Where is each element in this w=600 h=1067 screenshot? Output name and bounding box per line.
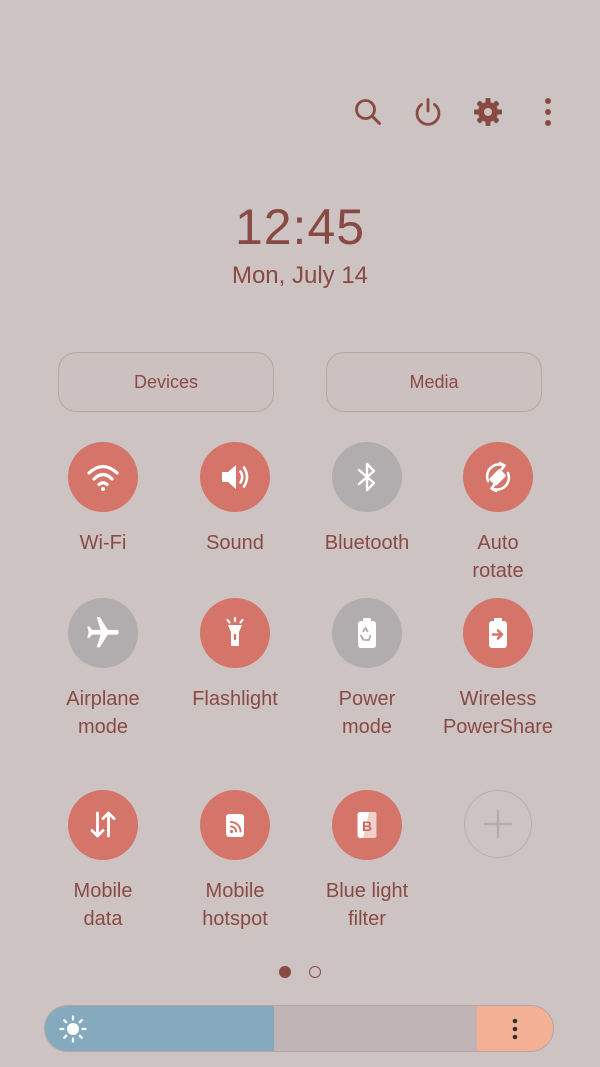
battery-share-icon[interactable] [463,598,533,668]
tile-blue-light-filter[interactable]: B Blue light filter [302,790,432,933]
tile-label: Mobile data [73,880,133,930]
top-actions-bar [348,92,568,132]
tile-label: Power mode [338,688,396,738]
airplane-icon[interactable] [68,598,138,668]
tile-auto-rotate[interactable]: Auto rotate [433,442,563,585]
brightness-more-button[interactable] [477,1006,553,1051]
page-indicator [0,966,600,978]
power-icon[interactable] [408,92,448,132]
tile-airplane-mode[interactable]: Airplane mode [38,598,168,741]
flashlight-icon[interactable] [200,598,270,668]
more-vertical-icon [512,1018,518,1039]
tile-label: Wi-Fi [79,532,127,554]
add-tile-button[interactable] [464,790,532,858]
tile-mobile-hotspot[interactable]: Mobile hotspot [170,790,300,933]
brightness-slider[interactable] [44,1005,554,1052]
tile-add[interactable] [433,790,563,858]
svg-text:B: B [362,818,372,834]
arrows-up-down-icon[interactable] [68,790,138,860]
more-options-icon[interactable] [528,92,568,132]
page-dot[interactable] [309,966,321,978]
search-icon[interactable] [348,92,388,132]
sun-icon [59,1015,87,1043]
page-dot-active[interactable] [279,966,291,978]
tile-wifi[interactable]: Wi-Fi [38,442,168,557]
tile-power-mode[interactable]: Power mode [302,598,432,741]
battery-recycle-icon[interactable] [332,598,402,668]
tile-label: Mobile hotspot [202,880,268,930]
clock-date: Mon, July 14 [231,262,369,289]
blue-light-icon[interactable]: B [332,790,402,860]
tile-mobile-data[interactable]: Mobile data [38,790,168,933]
tile-label: Auto rotate [472,532,524,582]
tile-label: Blue light filter [325,880,409,930]
bluetooth-icon[interactable] [332,442,402,512]
tile-flashlight[interactable]: Flashlight [170,598,300,713]
tile-label: Wireless PowerShare [442,688,554,738]
devices-button[interactable]: Devices [58,352,274,412]
speaker-icon[interactable] [200,442,270,512]
tile-sound[interactable]: Sound [170,442,300,557]
rotate-icon[interactable] [463,442,533,512]
media-button[interactable]: Media [326,352,542,412]
tile-label: Sound [206,532,264,554]
clock-time: 12:45 [234,199,366,255]
tile-label: Flashlight [192,688,278,710]
tile-label: Bluetooth [324,532,410,554]
settings-icon[interactable] [468,92,508,132]
tile-bluetooth[interactable]: Bluetooth [302,442,432,557]
wifi-icon[interactable] [68,442,138,512]
panel-shortcuts: Devices Media [58,352,542,412]
hotspot-icon[interactable] [200,790,270,860]
tile-wireless-powershare[interactable]: Wireless PowerShare [433,598,563,741]
tile-label: Airplane mode [66,688,140,738]
